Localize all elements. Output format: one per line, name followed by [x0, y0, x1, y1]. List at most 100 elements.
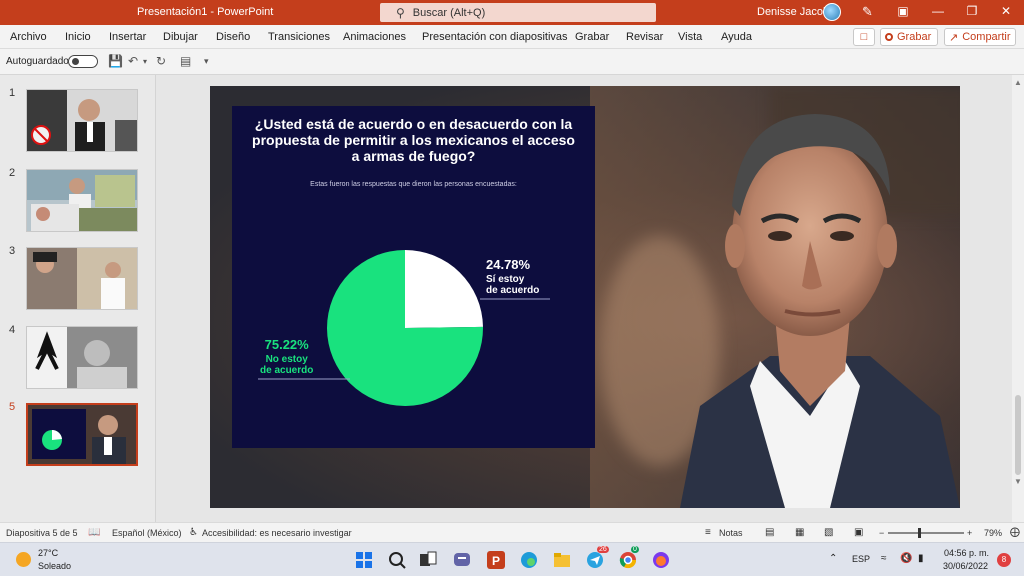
- tray-chevron-icon[interactable]: ⌃: [829, 553, 837, 564]
- slide-thumb-3[interactable]: 3: [0, 233, 156, 310]
- telegram-badge: 26: [597, 546, 609, 553]
- tab-dibujar[interactable]: Dibujar: [163, 31, 198, 43]
- weather-desc[interactable]: Soleado: [38, 561, 71, 571]
- slide-thumb-2[interactable]: 2: [0, 155, 156, 232]
- zoom-level[interactable]: 79%: [984, 528, 1002, 538]
- tab-archivo[interactable]: Archivo: [10, 31, 47, 43]
- pie-slice-agree: [405, 250, 483, 328]
- comment-icon[interactable]: □: [853, 28, 875, 46]
- slide-number: 5: [9, 401, 16, 413]
- tab-ayuda[interactable]: Ayuda: [721, 31, 752, 43]
- scroll-thumb[interactable]: [1015, 395, 1021, 475]
- quick-access-toolbar: Autoguardado 💾 ↶ ▾ ↻ ▤ ▾: [0, 49, 1024, 75]
- language-status[interactable]: Español (México): [112, 528, 182, 538]
- window-title: Presentación1 - PowerPoint: [137, 6, 274, 18]
- slide-thumb-image: [26, 247, 138, 310]
- accessibility-icon[interactable]: ♿: [189, 527, 198, 538]
- record-button[interactable]: Grabar: [880, 28, 938, 46]
- notification-badge[interactable]: 8: [997, 553, 1011, 567]
- weather-temp[interactable]: 27°C: [38, 548, 58, 558]
- file-explorer-icon[interactable]: [552, 550, 572, 570]
- autosave-toggle[interactable]: [68, 55, 98, 68]
- spellcheck-icon[interactable]: 📖: [88, 527, 100, 538]
- teams-chat-icon[interactable]: [452, 550, 472, 570]
- slideshow-icon[interactable]: ▣: [854, 527, 863, 538]
- tab-animaciones[interactable]: Animaciones: [343, 31, 406, 43]
- reading-view-icon[interactable]: ▧: [824, 527, 833, 538]
- agree-text-line-1: Sí estoy: [486, 274, 525, 285]
- edge-icon[interactable]: [519, 550, 539, 570]
- agree-label: 24.78% Sí estoy de acuerdo: [486, 257, 539, 296]
- pen-icon[interactable]: ✎: [862, 4, 873, 20]
- tab-grabar[interactable]: Grabar: [575, 31, 609, 43]
- share-label: Compartir: [962, 31, 1011, 43]
- firefox-icon[interactable]: [651, 550, 671, 570]
- status-bar: Diapositiva 5 de 5 📖 Español (México) ♿ …: [0, 522, 1024, 542]
- zoom-slider[interactable]: [888, 528, 964, 538]
- search-icon: ⚲: [396, 5, 405, 20]
- pie-chart: [258, 250, 550, 407]
- tab-inicio[interactable]: Inicio: [65, 31, 91, 43]
- search-box[interactable]: ⚲ Buscar (Alt+Q): [380, 3, 656, 22]
- fit-slide-icon[interactable]: ⨁: [1010, 527, 1020, 538]
- redo-icon[interactable]: ↻: [156, 54, 166, 68]
- save-icon[interactable]: 💾: [108, 54, 123, 68]
- sun-icon[interactable]: [16, 552, 31, 567]
- tab-diseno[interactable]: Diseño: [216, 31, 250, 43]
- person-photo: [680, 114, 960, 508]
- normal-view-icon[interactable]: ▤: [765, 527, 774, 538]
- restore-icon[interactable]: ❐: [962, 4, 982, 18]
- current-slide[interactable]: ¿Usted está de acuerdo o en desacuerdo c…: [210, 86, 960, 508]
- minimize-icon[interactable]: —: [928, 4, 948, 18]
- slide-thumbnails-panel: 1 2 3 4 5: [0, 75, 156, 522]
- zoom-slider-knob[interactable]: [918, 528, 921, 538]
- disagree-value: 75.22%: [264, 337, 309, 352]
- slide-thumb-4[interactable]: 4: [0, 312, 156, 389]
- survey-card: ¿Usted está de acuerdo o en desacuerdo c…: [232, 106, 595, 448]
- slide-sorter-icon[interactable]: ▦: [795, 527, 804, 538]
- volume-icon[interactable]: 🔇: [900, 553, 912, 564]
- share-button[interactable]: ↗ Compartir: [944, 28, 1016, 46]
- tab-transiciones[interactable]: Transiciones: [268, 31, 330, 43]
- close-icon[interactable]: ✕: [996, 4, 1016, 18]
- slide-thumb-5[interactable]: 5: [0, 389, 156, 466]
- scroll-up-icon[interactable]: ▲: [1014, 78, 1022, 87]
- undo-dropdown-icon[interactable]: ▾: [143, 57, 147, 66]
- share-icon: ↗: [949, 31, 959, 44]
- tab-revisar[interactable]: Revisar: [626, 31, 663, 43]
- slide-thumb-image: [26, 403, 138, 466]
- telegram-icon[interactable]: [585, 550, 605, 570]
- chrome-icon[interactable]: [618, 550, 638, 570]
- notes-button[interactable]: Notas: [719, 528, 743, 538]
- zoom-in-icon[interactable]: +: [967, 528, 972, 538]
- record-icon: [885, 33, 893, 41]
- present-icon[interactable]: ▤: [180, 54, 191, 68]
- autosave-label: Autoguardado: [6, 56, 69, 67]
- tab-presentacion[interactable]: Presentación con diapositivas: [422, 31, 568, 43]
- slide-thumb-1[interactable]: 1: [0, 75, 156, 152]
- clock-time[interactable]: 04:56 p. m.: [944, 548, 989, 558]
- task-view-icon[interactable]: [418, 550, 438, 570]
- record-label: Grabar: [897, 31, 932, 43]
- tab-vista[interactable]: Vista: [678, 31, 702, 43]
- scroll-down-icon[interactable]: ▼: [1014, 477, 1022, 486]
- vertical-scrollbar[interactable]: ▲ ▼: [1012, 75, 1024, 522]
- powerpoint-taskbar-icon[interactable]: P: [486, 550, 506, 570]
- battery-icon[interactable]: ▮: [918, 553, 924, 564]
- customize-qat-icon[interactable]: ▾: [204, 56, 209, 67]
- zoom-out-icon[interactable]: −: [879, 528, 884, 538]
- clock-date[interactable]: 30/06/2022: [943, 561, 988, 571]
- search-icon[interactable]: [387, 550, 407, 570]
- chrome-badge: 0: [631, 546, 639, 553]
- wifi-icon[interactable]: ≈: [881, 553, 887, 564]
- slide-thumb-image: [26, 326, 138, 389]
- accessibility-status[interactable]: Accesibilidad: es necesario investigar: [202, 528, 352, 538]
- toggle-knob: [72, 58, 79, 65]
- input-language[interactable]: ESP: [852, 554, 870, 564]
- undo-icon[interactable]: ↶: [128, 54, 138, 68]
- tab-insertar[interactable]: Insertar: [109, 31, 146, 43]
- ribbon-display-icon[interactable]: ▣: [893, 4, 913, 18]
- avatar[interactable]: [823, 3, 841, 21]
- notes-icon[interactable]: ≡: [705, 527, 711, 538]
- windows-start-icon[interactable]: [354, 550, 374, 570]
